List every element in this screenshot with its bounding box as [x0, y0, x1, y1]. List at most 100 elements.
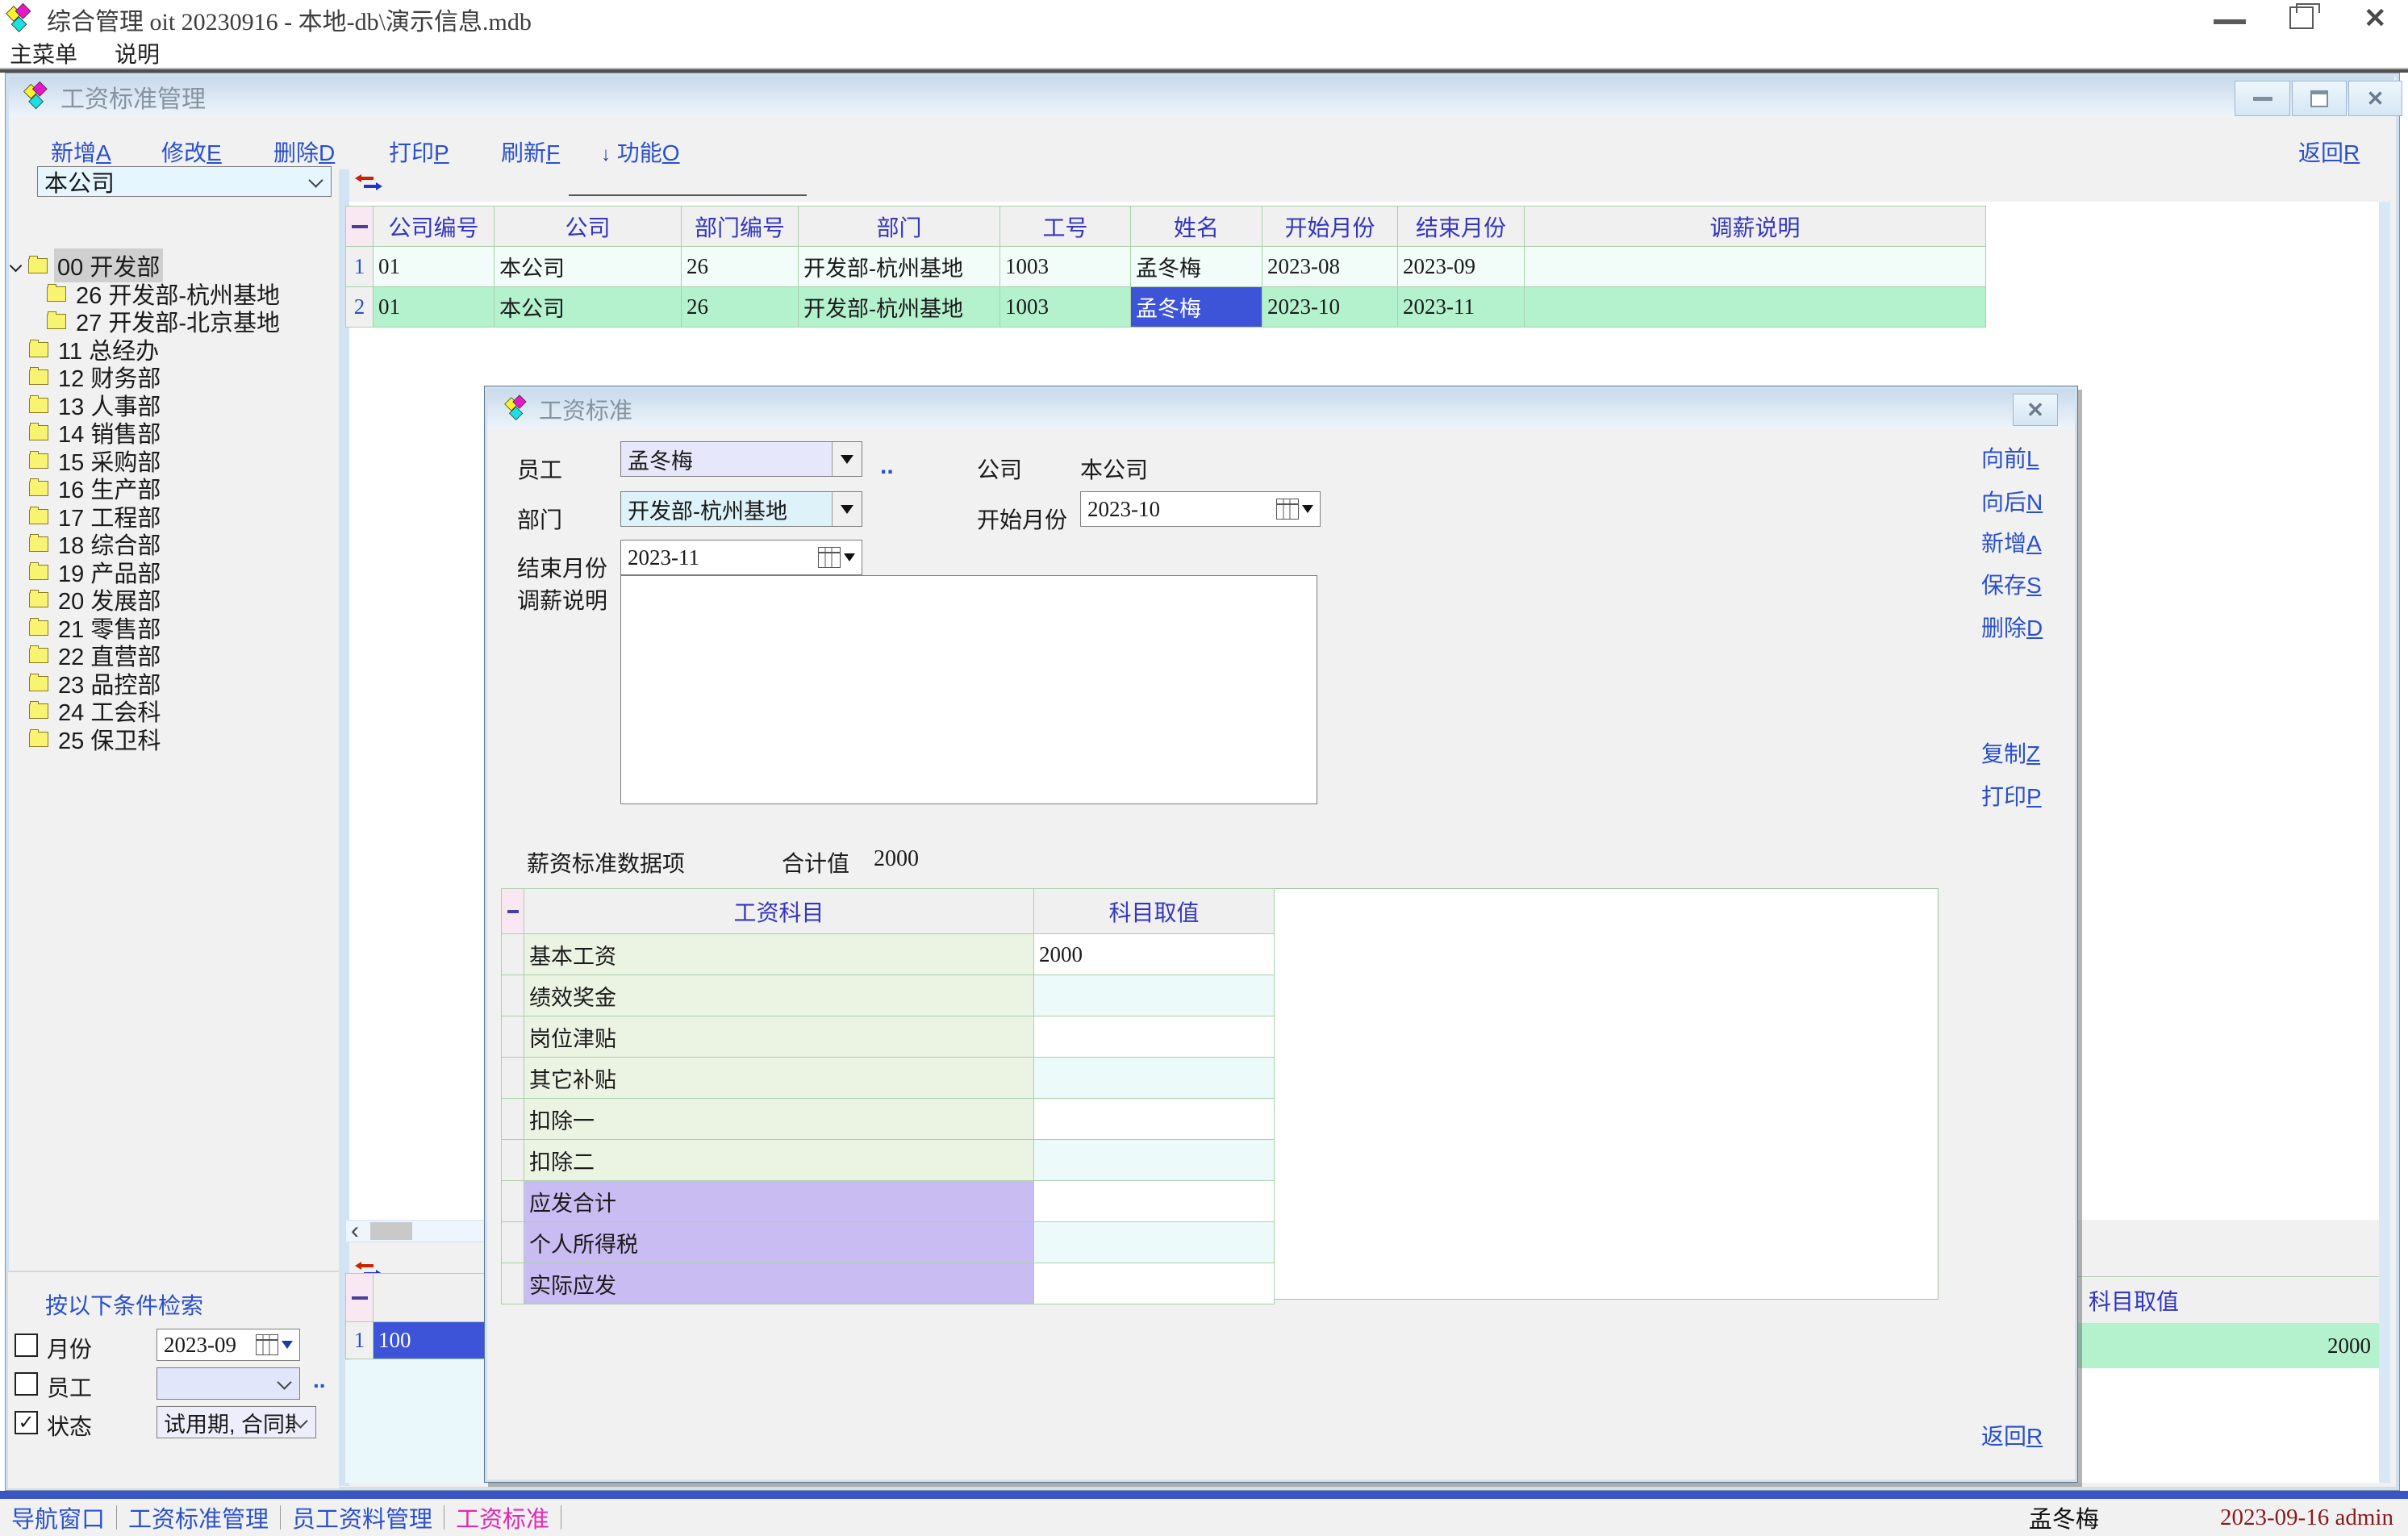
- menu-main[interactable]: 主菜单: [10, 37, 77, 69]
- company-combo[interactable]: 本公司: [37, 166, 332, 197]
- calendar-icon[interactable]: [818, 547, 841, 568]
- tree-item-hangzhou[interactable]: 26 开发部-杭州基地: [47, 281, 283, 307]
- menu-help[interactable]: 说明: [115, 37, 160, 69]
- tree-item[interactable]: 24 工会科: [29, 698, 164, 724]
- statusbar-tab-salary-mgmt[interactable]: 工资标准管理: [128, 1501, 269, 1534]
- dropdown-arrow-icon[interactable]: [1302, 505, 1313, 513]
- tree-item[interactable]: 13 人事部: [29, 392, 164, 418]
- salary-item-row-summary[interactable]: 实际应发: [502, 1263, 1275, 1304]
- status-combo[interactable]: 试用期, 合同期: [156, 1406, 316, 1438]
- bottom-grid[interactable]: 1 100: [345, 1273, 485, 1359]
- dropdown-button[interactable]: [832, 442, 862, 476]
- close-button[interactable]: ✕: [2364, 5, 2387, 32]
- col-header[interactable]: [374, 1274, 485, 1322]
- cell[interactable]: 孟冬梅: [1131, 247, 1262, 287]
- cell[interactable]: 2023-10: [1262, 287, 1398, 328]
- employee-combo[interactable]: 孟冬梅: [620, 441, 862, 477]
- statusbar-tab-nav[interactable]: 导航窗口: [11, 1501, 105, 1534]
- cell[interactable]: 本公司: [495, 287, 682, 328]
- statusbar-tab-salary-standard-active[interactable]: 工资标准: [456, 1501, 549, 1534]
- minimize-button[interactable]: [2214, 19, 2246, 24]
- tree-item[interactable]: 25 保卫科: [29, 726, 164, 752]
- tree-item[interactable]: 19 产品部: [29, 559, 164, 585]
- swap-columns-icon[interactable]: [361, 176, 377, 189]
- tree-item[interactable]: 14 销售部: [29, 419, 164, 445]
- selected-cell[interactable]: 100: [374, 1322, 485, 1359]
- toolbar-refresh[interactable]: 刷新F: [501, 136, 560, 168]
- dept-combo[interactable]: 开发部-杭州基地: [620, 491, 862, 527]
- col-header[interactable]: 工号: [1000, 207, 1131, 247]
- mdi-restore-button[interactable]: [2292, 81, 2347, 116]
- tree-item[interactable]: 21 零售部: [29, 615, 164, 641]
- tree-item[interactable]: 12 财务部: [29, 364, 164, 390]
- salary-items-table[interactable]: 工资科目 科目取值 基本工资2000 绩效奖金 岗位津贴 其它补贴 扣除一 扣除…: [501, 888, 1275, 1304]
- cell[interactable]: 2023-08: [1262, 247, 1398, 287]
- dropdown-arrow-icon[interactable]: [844, 553, 855, 561]
- dialog-prev-button[interactable]: 向前L: [1981, 441, 2039, 474]
- col-header[interactable]: 工资科目: [524, 889, 1034, 934]
- col-header[interactable]: 部门: [799, 207, 1000, 247]
- dialog-print-button[interactable]: 打印P: [1981, 779, 2042, 812]
- toolbar-add[interactable]: 新增A: [51, 136, 111, 168]
- end-month-field[interactable]: 2023-11: [620, 540, 862, 575]
- month-date-field[interactable]: 2023-09: [156, 1329, 300, 1361]
- tree-item[interactable]: 17 工程部: [29, 503, 164, 529]
- salary-item-row-summary[interactable]: 个人所得税: [502, 1222, 1275, 1263]
- calendar-icon[interactable]: [256, 1334, 278, 1355]
- toolbar-function[interactable]: ↓ 功能O: [601, 136, 680, 168]
- scroll-thumb[interactable]: [370, 1222, 412, 1240]
- col-header[interactable]: 结束月份: [1398, 207, 1525, 247]
- cell[interactable]: 本公司: [495, 247, 682, 287]
- selected-cell[interactable]: 孟冬梅: [1131, 287, 1262, 328]
- tree-item-beijing[interactable]: 27 开发部-北京基地: [47, 308, 283, 334]
- toolbar-print[interactable]: 打印P: [389, 136, 449, 168]
- toolbar-edit[interactable]: 修改E: [161, 136, 222, 168]
- employee-more-button[interactable]: ..: [880, 453, 894, 480]
- col-header[interactable]: 部门编号: [682, 207, 799, 247]
- col-header[interactable]: 公司: [495, 207, 682, 247]
- dropdown-button[interactable]: [832, 492, 862, 526]
- col-header[interactable]: 调薪说明: [1525, 207, 1986, 247]
- cell[interactable]: 26: [682, 247, 799, 287]
- salary-item-row[interactable]: 扣除一: [502, 1099, 1275, 1140]
- cell[interactable]: 2023-11: [1398, 287, 1525, 328]
- cell[interactable]: 开发部-杭州基地: [799, 247, 1000, 287]
- right-grid-row[interactable]: 2000: [2077, 1323, 2380, 1369]
- cell[interactable]: [1525, 287, 1986, 328]
- tree-item[interactable]: 15 采购部: [29, 448, 164, 474]
- tree-item[interactable]: 18 综合部: [29, 531, 164, 557]
- dialog-copy-button[interactable]: 复制Z: [1981, 737, 2040, 769]
- tree-item[interactable]: 20 发展部: [29, 586, 164, 612]
- dropdown-arrow-icon[interactable]: [282, 1341, 293, 1349]
- quick-filter-underline[interactable]: [569, 194, 807, 196]
- memo-textarea[interactable]: [620, 575, 1317, 804]
- cell[interactable]: 开发部-杭州基地: [799, 287, 1000, 328]
- tree-item[interactable]: 16 生产部: [29, 475, 164, 501]
- col-header[interactable]: 开始月份: [1262, 207, 1398, 247]
- cell[interactable]: 26: [682, 287, 799, 328]
- calendar-icon[interactable]: [1276, 499, 1299, 520]
- status-checkbox[interactable]: ✓: [15, 1411, 38, 1434]
- tree-item-dev[interactable]: 00 开发部: [11, 253, 163, 278]
- dialog-add-button[interactable]: 新增A: [1981, 526, 2042, 558]
- col-header[interactable]: 公司编号: [374, 207, 495, 247]
- dialog-close-button[interactable]: ✕: [2013, 394, 2058, 426]
- salary-item-row[interactable]: 其它补贴: [502, 1058, 1275, 1099]
- toolbar-back[interactable]: 返回R: [2298, 136, 2360, 168]
- salary-item-row[interactable]: 岗位津贴: [502, 1016, 1275, 1058]
- salary-item-row[interactable]: 绩效奖金: [502, 975, 1275, 1016]
- col-header[interactable]: 科目取值: [1034, 889, 1275, 934]
- h-scrollbar[interactable]: ‹: [345, 1220, 486, 1242]
- v-scrollbar[interactable]: [2379, 202, 2390, 1483]
- dialog-delete-button[interactable]: 删除D: [1981, 611, 2043, 643]
- expand-arrow-icon[interactable]: [10, 259, 23, 272]
- mdi-minimize-button[interactable]: [2235, 81, 2290, 116]
- employee-combo[interactable]: [156, 1367, 300, 1400]
- cell[interactable]: 2023-09: [1398, 247, 1525, 287]
- tree-item[interactable]: 11 总经办: [29, 336, 162, 362]
- start-month-field[interactable]: 2023-10: [1080, 491, 1321, 527]
- salary-item-row-summary[interactable]: 应发合计: [502, 1181, 1275, 1222]
- cell[interactable]: 1003: [1000, 287, 1131, 328]
- tree-item[interactable]: 22 直营部: [29, 642, 164, 668]
- dialog-save-button[interactable]: 保存S: [1981, 568, 2042, 600]
